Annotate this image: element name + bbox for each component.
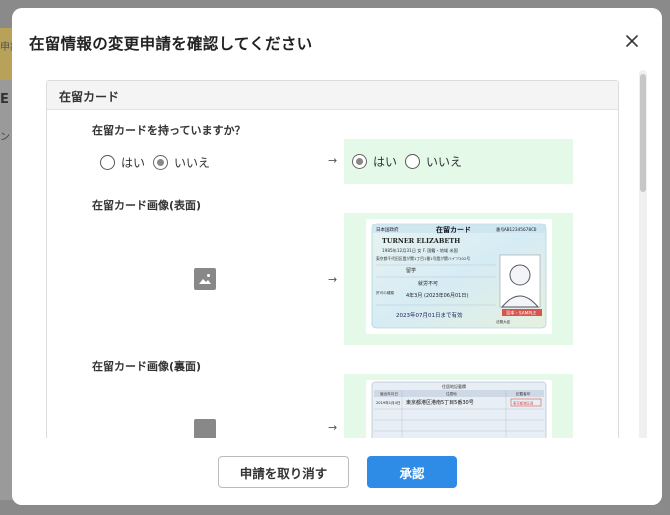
radio-no-new (405, 154, 421, 169)
new-value-card-back: 住居地記載欄 届出年月日 住居地 記載者印 2019年1月4日 東京都港区港南5… (344, 374, 573, 446)
section-title: 在留カード (47, 81, 618, 110)
arrow-icon: → (328, 273, 338, 286)
card-work: 就労不可 (418, 280, 438, 287)
close-icon[interactable] (624, 33, 640, 49)
cancel-application-button[interactable]: 申請を取り消す (218, 456, 349, 488)
background-text: E (0, 92, 9, 107)
card-issuer: 日本国政府 (376, 226, 399, 233)
card-back-stamp: 東京都港区長 (513, 401, 534, 406)
radio-label: いいえ (174, 156, 211, 170)
field-label-has-card: 在留カードを持っていますか？ (92, 124, 246, 137)
card-back-col2: 住居地 (446, 391, 457, 396)
card-number: AB12345678CD (504, 227, 537, 233)
card-title: 在留カード (436, 225, 471, 234)
residence-card-section: 在留カード 在留カードを持っていますか？ はい いいえ → はい いいえ 在留カ… (46, 80, 619, 446)
new-has-card-radio-group: はい いいえ (352, 153, 470, 170)
radio-yes-new (352, 154, 367, 169)
modal-scrollbar[interactable] (639, 70, 647, 442)
scrollbar-thumb[interactable] (640, 74, 646, 192)
modal-footer: 申請を取り消す 承認 (12, 438, 662, 505)
residence-card-front-image: 日本国政府 在留カード 番号 AB12345678CD TURNER ELIZA… (366, 219, 552, 334)
card-birth: 1985年12月31日 女 F. 国籍・地域 米国 (382, 247, 458, 254)
modal-title: 在留情報の変更申請を確認してください (29, 35, 313, 53)
arrow-icon: → (328, 154, 338, 167)
card-back-date: 2019年1月4日 (376, 400, 401, 405)
radio-label: いいえ (426, 155, 463, 169)
field-label-card-front: 在留カード画像(表面) (92, 199, 202, 212)
card-back-address: 東京都港区港南5丁目5番30号 (406, 399, 474, 406)
card-back-col3: 記載者印 (516, 391, 531, 396)
radio-no-current (153, 155, 169, 170)
new-value-has-card: はい いいえ (344, 139, 573, 184)
card-status: 留学 (406, 267, 416, 274)
card-permit-label: 許可の種類 (376, 290, 394, 295)
approve-button[interactable]: 承認 (367, 456, 457, 488)
background-text: ン (0, 132, 10, 143)
card-name: TURNER ELIZABETH (382, 237, 460, 245)
radio-label: はい (373, 155, 398, 169)
card-footer: 法務大臣 (496, 319, 511, 324)
card-address: 東京都千代田区霞が関1丁目1番1号霞が関ハイツ202号 (376, 256, 470, 261)
field-label-card-back: 在留カード画像(裏面) (92, 360, 202, 373)
modal-body[interactable]: 在留カード 在留カードを持っていますか？ はい いいえ → はい いいえ 在留カ… (12, 68, 662, 446)
modal-header: 在留情報の変更申請を確認してください (12, 8, 662, 68)
image-placeholder-icon (194, 268, 216, 290)
card-back-col1: 届出年月日 (380, 391, 398, 396)
card-back-header: 住居地記載欄 (442, 383, 466, 389)
card-expiry: 2023年07月01日まで有効 (396, 311, 463, 319)
radio-yes-current (100, 155, 115, 170)
card-period: 4年3月 (2023年06月01日) (406, 292, 468, 299)
arrow-icon: → (328, 421, 338, 434)
radio-label: はい (121, 156, 146, 170)
card-sample: 見本・SAMPLE (506, 310, 536, 317)
residence-card-back-image: 住居地記載欄 届出年月日 住居地 記載者印 2019年1月4日 東京都港区港南5… (366, 380, 552, 446)
new-value-card-front: 日本国政府 在留カード 番号 AB12345678CD TURNER ELIZA… (344, 213, 573, 345)
current-has-card-radio-group: はい いいえ (100, 154, 218, 171)
confirm-change-modal: 在留情報の変更申請を確認してください 在留カード 在留カードを持っていますか？ … (12, 8, 662, 505)
